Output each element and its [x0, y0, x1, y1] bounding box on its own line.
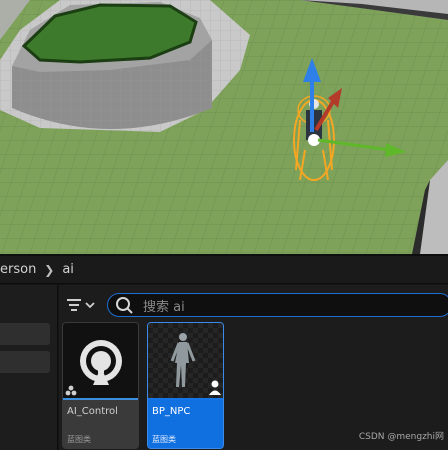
filter-icon	[67, 299, 95, 311]
search-input[interactable]: 搜索 ai	[107, 293, 448, 317]
breadcrumb-item-parent[interactable]: erson	[0, 262, 36, 277]
viewport-scene	[0, 0, 448, 254]
content-toolbar: 搜索 ai	[59, 285, 448, 325]
asset-tile-ai-control[interactable]: AI_Control 蓝图类	[62, 322, 139, 449]
search-placeholder: 搜索 ai	[143, 299, 185, 315]
asset-type: 蓝图类	[67, 435, 91, 444]
search-icon	[116, 297, 133, 314]
watermark: CSDN @mengzhi网	[358, 432, 444, 442]
breadcrumb-item-current[interactable]: ai	[62, 262, 74, 277]
asset-info: AI_Control 蓝图类	[63, 400, 138, 448]
chevron-right-icon: ❯	[44, 262, 55, 277]
sources-tab-2[interactable]	[0, 351, 50, 373]
asset-info: BP_NPC 蓝图类	[148, 400, 223, 448]
character-class-icon	[209, 380, 221, 395]
asset-name: BP_NPC	[152, 406, 191, 417]
level-viewport[interactable]	[0, 0, 448, 254]
sources-tab-1[interactable]	[0, 323, 50, 345]
blueprint-class-icon	[65, 385, 77, 396]
asset-type: 蓝图类	[152, 435, 176, 444]
content-browser: 搜索 ai AI_Control 蓝图类 BP_NPC 蓝图类 CSDN @me…	[59, 285, 448, 450]
asset-tile-bp-npc[interactable]: BP_NPC 蓝图类	[147, 322, 224, 449]
asset-thumbnail	[148, 323, 223, 399]
breadcrumb: erson ❯ ai	[0, 254, 448, 284]
asset-name: AI_Control	[67, 406, 118, 417]
filter-button[interactable]	[65, 295, 99, 315]
asset-thumbnail	[63, 323, 138, 399]
sources-panel	[0, 285, 58, 450]
